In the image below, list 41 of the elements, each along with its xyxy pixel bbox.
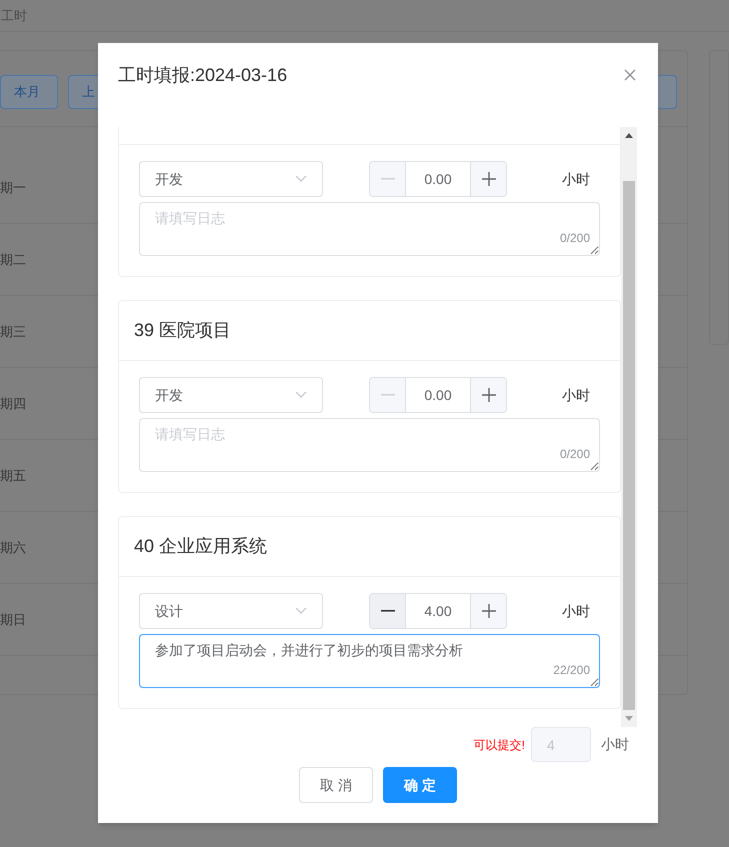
chevron-down-icon xyxy=(295,391,307,399)
weekday-label: 期三 xyxy=(0,322,26,341)
hours-stepper[interactable]: 4.00 xyxy=(369,593,507,629)
category-select[interactable]: 开发 xyxy=(139,161,323,197)
weekday-label: 期日 xyxy=(0,610,26,629)
category-select[interactable]: 开发 xyxy=(139,377,323,413)
project-title: 40 企业应用系统 xyxy=(134,535,268,558)
hours-stepper[interactable]: 0.00 xyxy=(369,377,507,413)
plus-icon xyxy=(482,604,496,618)
project-title: 39 医院项目 xyxy=(134,319,232,342)
increment-button[interactable] xyxy=(470,594,506,628)
weekday-label: 期一 xyxy=(0,178,26,197)
char-count: 0/200 xyxy=(560,448,590,460)
close-icon[interactable] xyxy=(624,69,636,81)
cancel-button[interactable]: 取 消 xyxy=(299,767,373,803)
category-select[interactable]: 设计 xyxy=(139,593,323,629)
weekday-label: 期五 xyxy=(0,466,26,485)
weekday-label: 期六 xyxy=(0,538,26,557)
plus-icon xyxy=(482,388,496,402)
hours-stepper[interactable]: 0.00 xyxy=(369,161,507,197)
plus-icon xyxy=(482,172,496,186)
confirm-button[interactable]: 确 定 xyxy=(383,767,457,803)
status-message: 可以提交! xyxy=(474,736,525,754)
char-count: 0/200 xyxy=(560,232,590,244)
hours-input[interactable]: 4.00 xyxy=(406,594,470,628)
char-count: 22/200 xyxy=(553,664,590,676)
scroll-up-icon[interactable] xyxy=(625,133,633,138)
hours-input[interactable]: 0.00 xyxy=(406,162,470,196)
scrollbar[interactable] xyxy=(621,127,637,727)
scroll-down-icon[interactable] xyxy=(625,716,633,721)
increment-button[interactable] xyxy=(470,378,506,412)
chevron-down-icon xyxy=(295,607,307,615)
chevron-down-icon xyxy=(295,175,307,183)
unit-label: 小时 xyxy=(562,170,590,188)
increment-button[interactable] xyxy=(470,162,506,196)
unit-label: 小时 xyxy=(562,602,590,620)
hours-input[interactable]: 0.00 xyxy=(406,378,470,412)
weekday-label: 期二 xyxy=(0,250,26,269)
weekday-label: 期四 xyxy=(0,394,26,413)
unit-label: 小时 xyxy=(601,735,629,754)
unit-label: 小时 xyxy=(562,386,590,404)
